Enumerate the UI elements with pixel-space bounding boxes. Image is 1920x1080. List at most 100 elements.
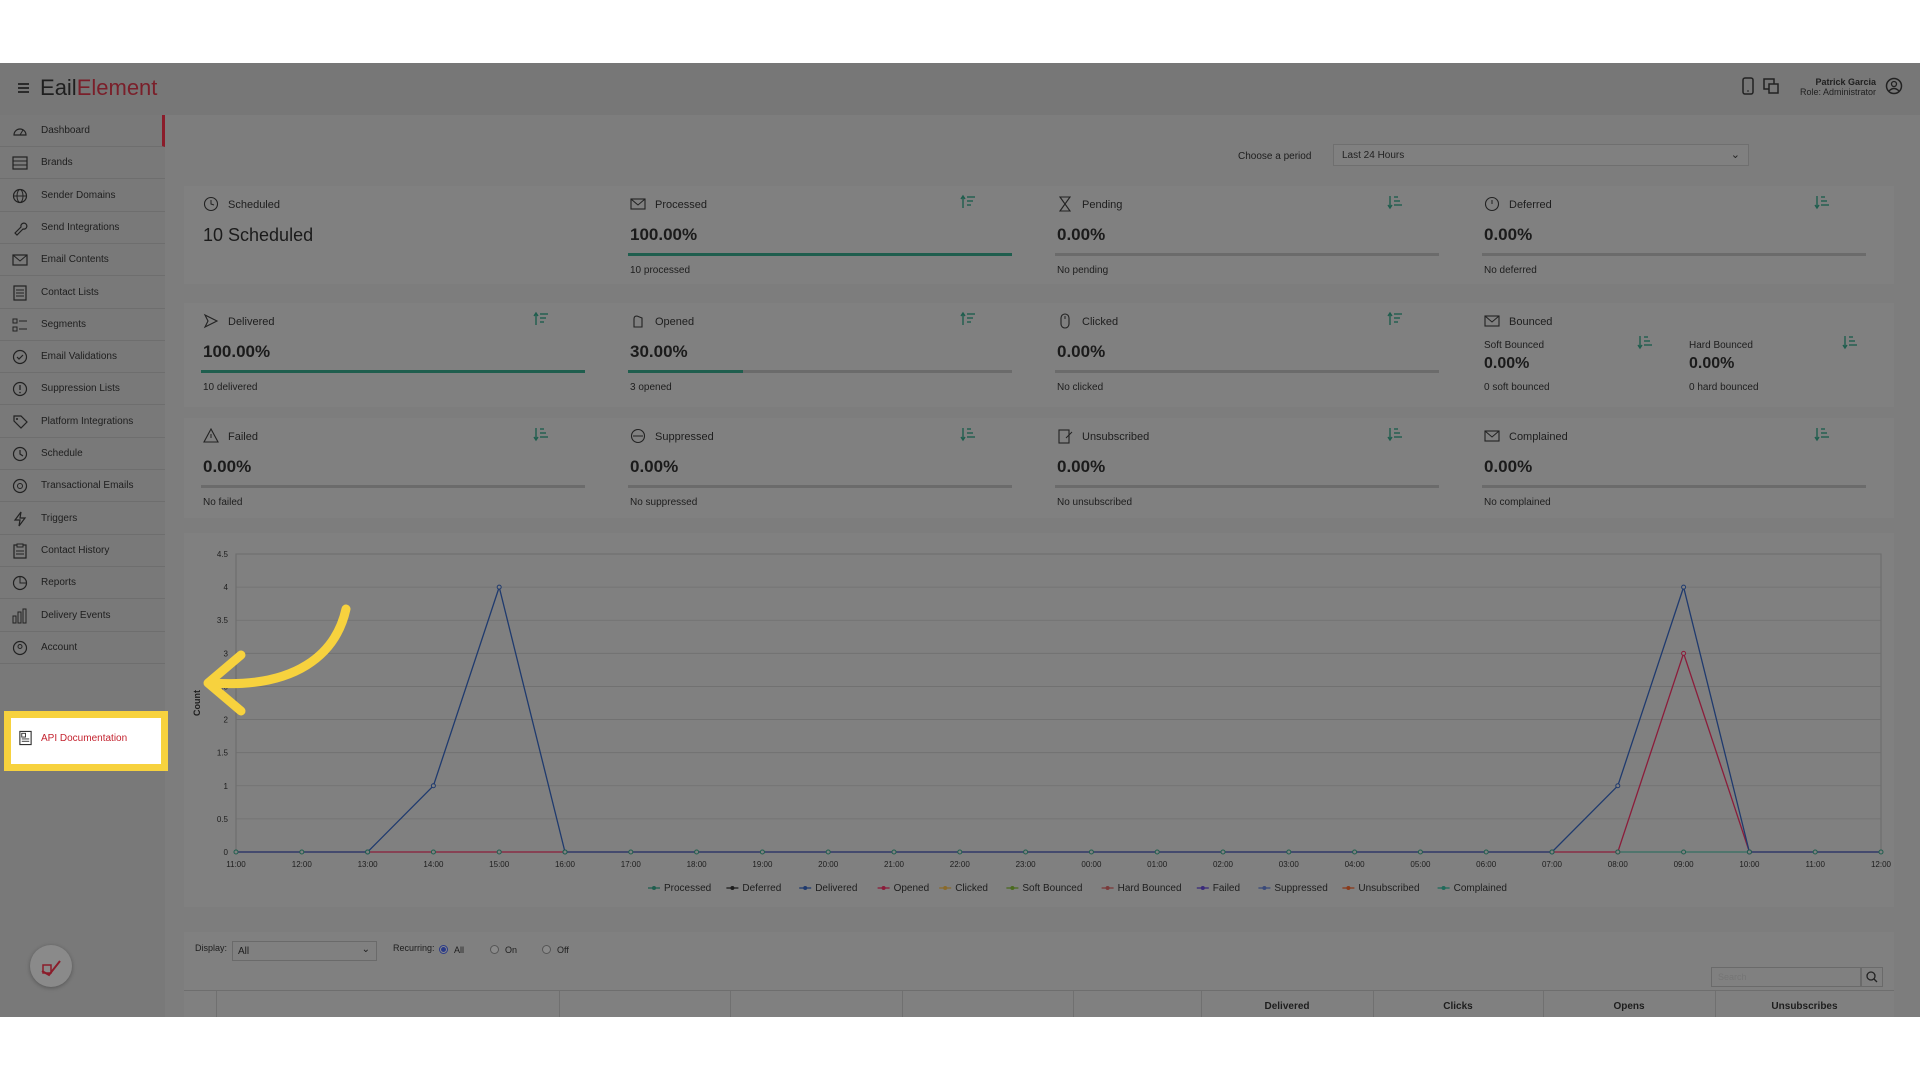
x-tick-label: 20:00 — [818, 860, 839, 869]
stat-card-failed: Failed 0.00% No failed — [184, 418, 604, 518]
sidebar-item-account[interactable]: Account — [0, 632, 165, 664]
x-tick-label: 05:00 — [1410, 860, 1431, 869]
sort-desc-icon[interactable] — [1637, 334, 1653, 350]
legend-marker — [652, 886, 656, 890]
sort-desc-icon[interactable] — [960, 426, 976, 442]
sidebar-item-reports[interactable]: Reports — [0, 567, 165, 600]
sidebar-item-api-documentation[interactable]: API Documentation — [4, 711, 168, 771]
sort-desc-icon[interactable] — [1814, 426, 1830, 442]
stat-card-clicked: Clicked 0.00% No clicked — [1038, 303, 1458, 407]
card-title: Scheduled — [228, 199, 280, 211]
sort-desc-icon[interactable] — [1814, 194, 1830, 210]
recurring-on-label: On — [505, 945, 518, 955]
feedback-button[interactable] — [30, 945, 72, 987]
recurring-all-radio[interactable] — [439, 945, 448, 954]
column-header-opens[interactable]: Opens — [1543, 1001, 1715, 1012]
card-footnote: 10 delivered — [203, 382, 258, 393]
sort-desc-icon[interactable] — [1842, 334, 1858, 350]
sidebar-item-dashboard[interactable]: Dashboard — [0, 115, 165, 147]
sidebar-item-email-validations[interactable]: Email Validations — [0, 341, 165, 374]
account-icon — [12, 640, 28, 655]
legend-label: Unsubscribed — [1358, 883, 1419, 894]
x-tick-label: 11:00 — [1805, 860, 1825, 869]
sidebar-item-label: Brands — [41, 157, 73, 169]
stats-row-2: Delivered 100.00% 10 delivered Opened 30.00%… — [184, 303, 1894, 407]
sort-asc-icon[interactable] — [960, 311, 976, 327]
chevron-down-icon: ⌄ — [361, 944, 370, 955]
x-tick-label: 00:00 — [1081, 860, 1102, 869]
language-icon[interactable] — [1762, 77, 1780, 95]
data-point — [430, 849, 436, 855]
x-tick-label: 16:00 — [555, 860, 576, 869]
sort-asc-icon[interactable] — [960, 194, 976, 210]
search-button[interactable] — [1861, 967, 1883, 987]
soft-bounced-value: 0.00% — [1484, 355, 1530, 372]
sidebar-item-delivery-events[interactable]: Delivery Events — [0, 600, 165, 632]
sort-asc-icon[interactable] — [533, 311, 549, 327]
card-footnote: 10 processed — [630, 265, 691, 276]
soft-bounced-foot: 0 soft bounced — [1484, 382, 1550, 393]
card-title: Bounced — [1509, 316, 1553, 328]
sidebar-item-label: Schedule — [41, 448, 83, 459]
hard-bounced-value: 0.00% — [1689, 355, 1735, 372]
sidebar-item-brands[interactable]: Brands — [0, 147, 165, 180]
app-logo[interactable]: EailElement — [40, 75, 157, 101]
sidebar-item-segments[interactable]: Segments — [0, 309, 165, 341]
column-header-clicks[interactable]: Clicks — [1373, 1001, 1543, 1012]
mobile-icon[interactable] — [1739, 77, 1757, 95]
sidebar-item-contact-lists[interactable]: Contact Lists — [0, 277, 165, 309]
sidebar-item-contact-history[interactable]: Contact History — [0, 535, 165, 567]
card-value: 0.00% — [1484, 457, 1533, 476]
stat-card-delivered: Delivered 100.00% 10 delivered — [184, 303, 604, 407]
card-value: 0.00% — [1057, 342, 1106, 361]
sidebar-item-send-integrations[interactable]: Send Integrations — [0, 212, 165, 244]
sidebar-item-triggers[interactable]: Triggers — [0, 503, 165, 535]
sidebar-item-transactional-emails[interactable]: Transactional Emails — [0, 470, 165, 503]
sidebar-item-label: Suppression Lists — [41, 383, 120, 395]
display-select[interactable]: All ⌄ — [232, 941, 377, 961]
clock-icon — [12, 446, 28, 462]
top-bar: EailElement Patrick Garcia Role: Adminis… — [0, 63, 1920, 115]
sidebar-item-schedule[interactable]: Schedule — [0, 438, 165, 470]
hard-bounced-label: Hard Bounced — [1689, 340, 1753, 351]
card-value: 0.00% — [1057, 225, 1106, 244]
sidebar-item-platform-integrations[interactable]: Platform Integrations — [0, 406, 165, 438]
pending-icon — [1058, 196, 1072, 212]
user-avatar-icon[interactable] — [1885, 77, 1903, 95]
data-point — [1615, 783, 1621, 789]
envelope-icon — [12, 254, 28, 266]
data-point — [430, 783, 436, 789]
x-tick-label: 11:00 — [226, 860, 246, 869]
x-tick-label: 21:00 — [884, 860, 905, 869]
sidebar-item-label: Transactional Emails — [41, 480, 134, 492]
sidebar-item-sender-domains[interactable]: Sender Domains — [0, 180, 165, 212]
sort-desc-icon[interactable] — [1387, 194, 1403, 210]
progress-fill — [201, 370, 585, 373]
x-tick-label: 17:00 — [621, 860, 642, 869]
search-input[interactable] — [1711, 967, 1861, 987]
recurring-off-radio[interactable] — [542, 945, 551, 954]
column-header-delivered[interactable]: Delivered — [1201, 1001, 1373, 1012]
sidebar-item-label: Email Contents — [41, 254, 109, 266]
data-point — [1812, 849, 1818, 855]
user-info[interactable]: Patrick Garcia Role: Administrator — [1800, 77, 1876, 97]
menu-icon[interactable] — [18, 83, 29, 95]
card-value: 10 Scheduled — [203, 225, 314, 245]
sort-desc-icon[interactable] — [533, 426, 549, 442]
clicked-icon — [1060, 313, 1070, 329]
data-point — [1352, 849, 1358, 855]
sidebar-item-suppression-lists[interactable]: Suppression Lists — [0, 373, 165, 406]
sort-desc-icon[interactable] — [1387, 426, 1403, 442]
recurring-on-radio[interactable] — [490, 945, 499, 954]
sort-asc-icon[interactable] — [1387, 311, 1403, 327]
period-select[interactable]: Last 24 Hours ⌄ — [1333, 144, 1749, 166]
sidebar-item-email-contents[interactable]: Email Contents — [0, 244, 165, 277]
progress-bar — [201, 370, 585, 373]
y-tick-label: 4 — [224, 583, 229, 592]
data-point — [1681, 650, 1687, 656]
column-header-unsubscribes[interactable]: Unsubscribes — [1715, 1001, 1894, 1012]
card-footnote: 3 opened — [630, 382, 672, 393]
stat-card-processed: Processed 100.00% 10 processed — [611, 186, 1031, 284]
sidebar-item-label: Triggers — [41, 512, 78, 524]
sidebar-item-label: Delivery Events — [41, 609, 111, 621]
